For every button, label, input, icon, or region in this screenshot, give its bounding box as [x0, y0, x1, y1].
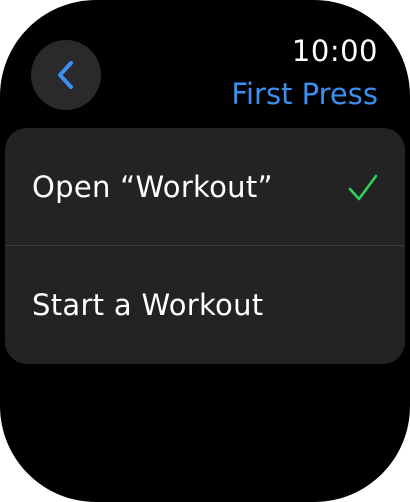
back-button[interactable]	[31, 40, 101, 110]
watch-screen: 10:00 First Press Open “Workout” Start a…	[0, 0, 410, 502]
chevron-left-icon	[55, 59, 77, 91]
option-open-workout[interactable]: Open “Workout”	[5, 128, 405, 246]
options-list: Open “Workout” Start a Workout	[5, 128, 405, 364]
option-label: Open “Workout”	[32, 170, 273, 204]
option-start-workout[interactable]: Start a Workout	[5, 246, 405, 364]
option-label: Start a Workout	[32, 288, 264, 322]
checkmark-icon	[347, 172, 379, 204]
status-time: 10:00	[291, 34, 378, 68]
page-title: First Press	[231, 77, 378, 111]
